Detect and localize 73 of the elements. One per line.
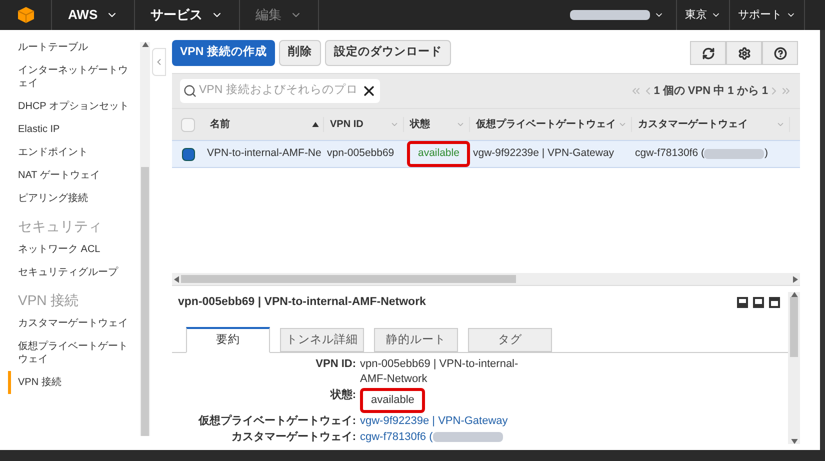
field-link[interactable]: vgw-9f92239e | VPN-Gateway (360, 415, 508, 428)
clear-icon (361, 83, 377, 99)
scrollbar-thumb[interactable] (790, 297, 798, 357)
help-button[interactable] (762, 41, 798, 65)
table-cell: VPN-to-internal-AMF-Ne (207, 147, 322, 160)
help-icon (774, 46, 786, 60)
sidebar-item[interactable]: ルートテーブル (18, 36, 136, 59)
sidebar-item[interactable]: DHCP オプションセット (18, 95, 136, 118)
layout-icon[interactable] (753, 297, 764, 308)
search-icon (183, 84, 197, 98)
sidebar-item[interactable]: セキュリティグループ (18, 261, 136, 284)
detail-title: vpn-005ebb69 | VPN-to-internal-AMF-Network (178, 295, 426, 310)
sidebar-item[interactable]: インターネットゲートウェイ (18, 59, 136, 95)
refresh-button[interactable] (690, 41, 726, 65)
detail-tab[interactable]: 静的ルート (374, 328, 458, 352)
column-header[interactable]: VPN ID (330, 117, 364, 132)
top-menu[interactable]: サポート (730, 0, 805, 30)
sidebar-item[interactable]: カスタマーゲートウェイ (18, 312, 136, 335)
sidebar-item[interactable]: エンドポイント (18, 141, 136, 164)
settings-icon (738, 46, 750, 60)
toolbar-button[interactable]: 設定のダウンロード (324, 40, 451, 66)
sidebar-heading: VPN 接続 (18, 292, 80, 309)
table-cell: vgw-9f92239e | VPN-Gateway (473, 147, 614, 160)
refresh-icon (702, 46, 714, 60)
table-cell: vpn-005ebb69 (327, 147, 394, 160)
field-value: vpn-005ebb69 | VPN-to-internal-AMF-Network (360, 358, 518, 386)
column-header[interactable]: カスタマーゲートウェイ (638, 117, 748, 132)
status-text: available (418, 147, 460, 160)
sidebar-item[interactable]: ネットワーク ACL (18, 238, 136, 261)
layout-icon[interactable] (737, 297, 748, 308)
create-button[interactable]: VPN 接続の作成 (172, 40, 275, 66)
top-menu[interactable]: AWS (52, 0, 135, 30)
redacted-blur (704, 149, 764, 159)
column-header[interactable]: 状態 (410, 117, 430, 132)
sidebar-heading: セキュリティ (18, 218, 103, 235)
field-link[interactable]: cgw-f78130f6 ( (360, 431, 433, 444)
select-all-checkbox[interactable] (181, 118, 195, 132)
top-menu[interactable]: 東京 (677, 0, 730, 30)
table-cell-text: cgw-f78130f6 ( (635, 146, 704, 162)
sidebar-item[interactable]: ピアリング接続 (18, 187, 136, 210)
table-row[interactable]: VPN-to-internal-AMF-Ne vpn-005ebb69 available vgw-9f92239e | VPN-Gateway cgw-f78130f6 ( ) (172, 140, 800, 168)
detail-tab[interactable]: 要約 (186, 327, 270, 354)
pagination-text: 1 個の VPN 中 1 から 1 (654, 84, 768, 99)
field-label: 状態: (329, 388, 357, 404)
layout-icon[interactable] (769, 297, 780, 308)
sidebar-item[interactable]: Elastic IP (18, 118, 136, 141)
scrollbar-thumb[interactable] (141, 167, 149, 436)
field-label: カスタマーゲートウェイ: (230, 430, 357, 446)
row-checkbox[interactable] (182, 148, 194, 160)
settings-button[interactable] (726, 41, 762, 65)
sort-ascending-icon[interactable] (312, 122, 319, 127)
table-cell-text: ) (764, 146, 768, 162)
field-label: 仮想プライベートゲートウェイ: (197, 414, 357, 430)
toolbar-button[interactable]: 削除 (278, 40, 321, 66)
sidebar-item[interactable]: 仮想プライベートゲートウェイ (18, 335, 136, 371)
column-header[interactable]: 仮想プライベートゲートウェイ (476, 117, 616, 132)
field-label: VPN ID: (314, 357, 357, 372)
first-page-icon (630, 85, 642, 97)
cube-logo-icon (16, 6, 34, 24)
scrollbar-thumb[interactable] (181, 275, 516, 283)
column-header[interactable]: 名前 (210, 117, 230, 132)
sidebar-item[interactable]: NAT ゲートウェイ (18, 164, 136, 187)
scroll-up-icon[interactable] (142, 42, 148, 47)
scroll-down-icon[interactable] (790, 439, 798, 444)
search-field[interactable]: VPN 接続およびそれらのプロ (180, 79, 380, 103)
detail-tab[interactable]: タグ (468, 328, 552, 352)
sidebar-item[interactable]: VPN 接続 (8, 371, 136, 394)
top-menu[interactable]: サービス (134, 0, 240, 30)
field-value: available (371, 394, 414, 406)
last-page-icon (780, 85, 792, 97)
scroll-left-icon[interactable] (174, 276, 179, 282)
detail-tab[interactable]: トンネル詳細 (280, 328, 364, 352)
scroll-right-icon[interactable] (793, 276, 798, 282)
